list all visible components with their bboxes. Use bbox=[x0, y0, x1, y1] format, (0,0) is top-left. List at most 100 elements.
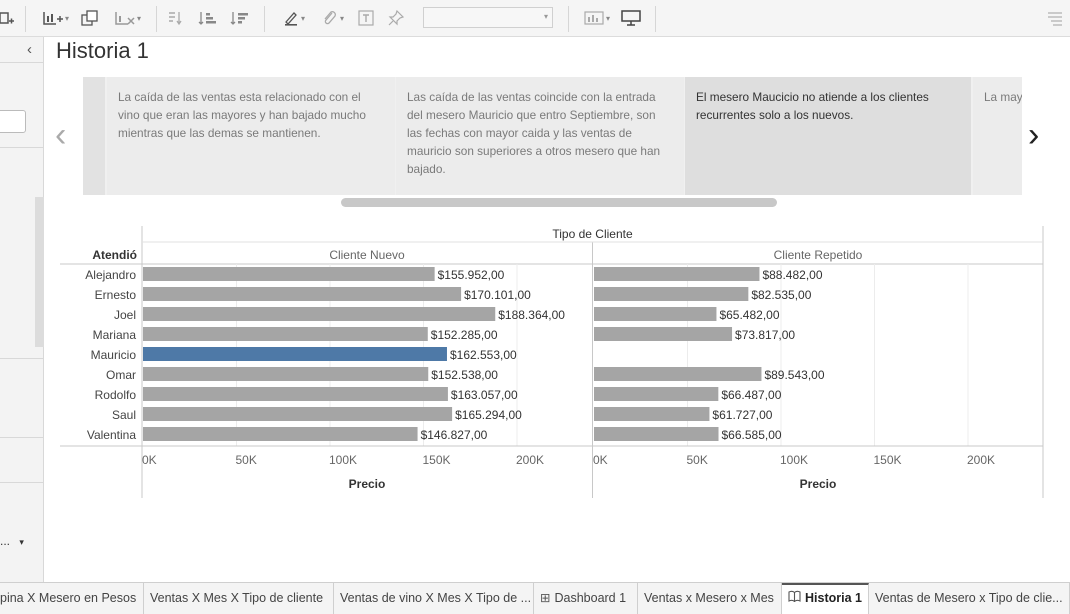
data-label: $165.294,00 bbox=[455, 408, 522, 422]
row-label: Rodolfo bbox=[95, 388, 137, 402]
clear-icon bbox=[115, 12, 135, 25]
pin-icon[interactable] bbox=[387, 7, 405, 29]
tab-sheet[interactable]: Ventas X Mes X Tipo de cliente bbox=[144, 583, 334, 614]
tab-label: Ventas de vino X Mes X Tipo de ... bbox=[340, 591, 532, 605]
story-point-caption[interactable]: Las caída de las ventas coincide con la … bbox=[396, 77, 684, 195]
bar bbox=[594, 387, 719, 401]
series-header: Cliente Repetido bbox=[774, 248, 863, 262]
tab-story-active[interactable]: Historia 1 bbox=[782, 583, 869, 614]
tab-dashboard[interactable]: ⊞ Dashboard 1 bbox=[534, 583, 638, 614]
row-label: Mariana bbox=[93, 328, 137, 342]
bar bbox=[594, 327, 733, 341]
collapse-panel-button[interactable]: ‹ bbox=[27, 41, 32, 58]
bar bbox=[143, 387, 448, 401]
x-tick-label: 100K bbox=[780, 453, 808, 467]
caret-icon: ▾ bbox=[605, 13, 610, 23]
left-panel-dropdown[interactable]: ... ▾ bbox=[0, 534, 24, 548]
row-label: Alejandro bbox=[85, 268, 136, 282]
chart-canvas: Tipo de Cliente Atendió Cliente Nuevo 0K 50K… bbox=[60, 226, 1044, 498]
tab-label: Dashboard 1 bbox=[554, 591, 627, 605]
toolbar: ▾ ▾ ▾ ▾ ▾ ▾ bbox=[0, 0, 1070, 37]
data-label: $162.553,00 bbox=[450, 348, 517, 362]
x-tick-label: 100K bbox=[329, 453, 357, 467]
bar bbox=[594, 367, 762, 381]
tab-sheet[interactable]: Ventas x Mesero x Mes bbox=[638, 583, 782, 614]
story-next-arrow[interactable]: › bbox=[1028, 118, 1039, 152]
x-tick-label: 200K bbox=[967, 453, 995, 467]
tab-sheet[interactable]: Ventas de vino X Mes X Tipo de ... bbox=[334, 583, 534, 614]
data-label: $188.364,00 bbox=[498, 308, 565, 322]
left-panel: ‹ ... ▾ bbox=[0, 37, 44, 582]
x-tick-label: 150K bbox=[423, 453, 451, 467]
data-label: $146.827,00 bbox=[421, 428, 488, 442]
tab-label: Ventas de Mesero x Tipo de clie... bbox=[875, 591, 1063, 605]
series-header: Cliente Nuevo bbox=[329, 248, 405, 262]
bar bbox=[594, 287, 749, 301]
caret-icon: ▾ bbox=[64, 13, 69, 23]
story-point-caption[interactable]: La may Agosto bbox=[973, 77, 1022, 195]
data-label: $170.101,00 bbox=[464, 288, 531, 302]
text-icon[interactable] bbox=[357, 7, 375, 29]
tab-sheet[interactable]: Ventas de Mesero x Tipo de clie... bbox=[869, 583, 1070, 614]
presentation-icon[interactable] bbox=[621, 7, 641, 29]
sheet-tab-bar: pina X Mesero en Pesos Ventas X Mes X Ti… bbox=[0, 582, 1070, 614]
attach-icon bbox=[324, 11, 336, 25]
bar bbox=[594, 267, 760, 281]
left-panel-input[interactable] bbox=[0, 110, 26, 133]
highlight-button[interactable]: ▾ bbox=[280, 7, 308, 29]
show-me-button[interactable]: ▾ bbox=[580, 7, 614, 29]
story-point-caption-active[interactable]: El mesero Maucicio no atiende a los clie… bbox=[685, 77, 971, 195]
bar bbox=[143, 287, 462, 301]
data-label: $152.538,00 bbox=[431, 368, 498, 382]
story-point-partial[interactable] bbox=[83, 77, 105, 195]
story-prev-arrow[interactable]: ‹ bbox=[55, 118, 66, 152]
data-label: $82.535,00 bbox=[751, 288, 811, 302]
tab-label: Ventas x Mesero x Mes bbox=[644, 591, 774, 605]
bar bbox=[594, 407, 710, 421]
chart-title: Tipo de Cliente bbox=[552, 227, 633, 241]
row-label: Ernesto bbox=[95, 288, 137, 302]
left-panel-scrollbar[interactable] bbox=[35, 197, 44, 347]
data-label: $65.482,00 bbox=[719, 308, 779, 322]
data-label: $89.543,00 bbox=[764, 368, 824, 382]
row-label: Mauricio bbox=[91, 348, 137, 362]
sort-ascending-icon[interactable] bbox=[198, 7, 218, 29]
bar bbox=[143, 267, 435, 281]
new-datasource-icon[interactable] bbox=[0, 7, 14, 29]
chevron-down-icon: ▾ bbox=[543, 12, 548, 21]
duplicate-icon[interactable] bbox=[81, 7, 99, 29]
swap-icon[interactable] bbox=[167, 7, 185, 29]
tab-label: Ventas X Mes X Tipo de cliente bbox=[150, 591, 324, 605]
fit-dropdown[interactable]: ▾ bbox=[423, 7, 553, 28]
x-axis-title: Precio bbox=[349, 477, 386, 491]
clear-sheet-button[interactable]: ▾ bbox=[110, 7, 146, 29]
bar bbox=[143, 307, 496, 321]
story-title: Historia 1 bbox=[56, 38, 149, 63]
row-header: Atendió bbox=[92, 248, 137, 262]
caret-icon: ▾ bbox=[300, 13, 305, 23]
tab-sheet[interactable]: pina X Mesero en Pesos bbox=[0, 583, 144, 614]
attach-button[interactable]: ▾ bbox=[316, 7, 350, 29]
data-label: $66.487,00 bbox=[721, 388, 781, 402]
row-label: Saul bbox=[112, 408, 136, 422]
sort-descending-icon[interactable] bbox=[230, 7, 250, 29]
data-label: $163.057,00 bbox=[451, 388, 518, 402]
story-navigator-scrollbar[interactable] bbox=[341, 198, 777, 207]
caret-icon: ▾ bbox=[339, 13, 344, 23]
data-label: $61.727,00 bbox=[712, 408, 772, 422]
row-label: Omar bbox=[106, 368, 136, 382]
story-point-caption[interactable]: La caída de las ventas esta relacionado … bbox=[107, 77, 395, 195]
book-icon bbox=[788, 585, 801, 612]
new-worksheet-icon bbox=[43, 12, 63, 25]
lines-icon[interactable] bbox=[1046, 7, 1064, 29]
new-worksheet-button[interactable]: ▾ bbox=[39, 7, 73, 29]
bar bbox=[594, 307, 717, 321]
bar bbox=[143, 367, 429, 381]
chevron-down-icon: ▾ bbox=[19, 537, 24, 547]
x-tick-label: 150K bbox=[874, 453, 902, 467]
data-label: $152.285,00 bbox=[431, 328, 498, 342]
tab-label: pina X Mesero en Pesos bbox=[0, 591, 137, 605]
x-axis-title: Precio bbox=[800, 477, 837, 491]
show-me-icon bbox=[584, 11, 604, 25]
x-tick-label: 50K bbox=[236, 453, 257, 467]
